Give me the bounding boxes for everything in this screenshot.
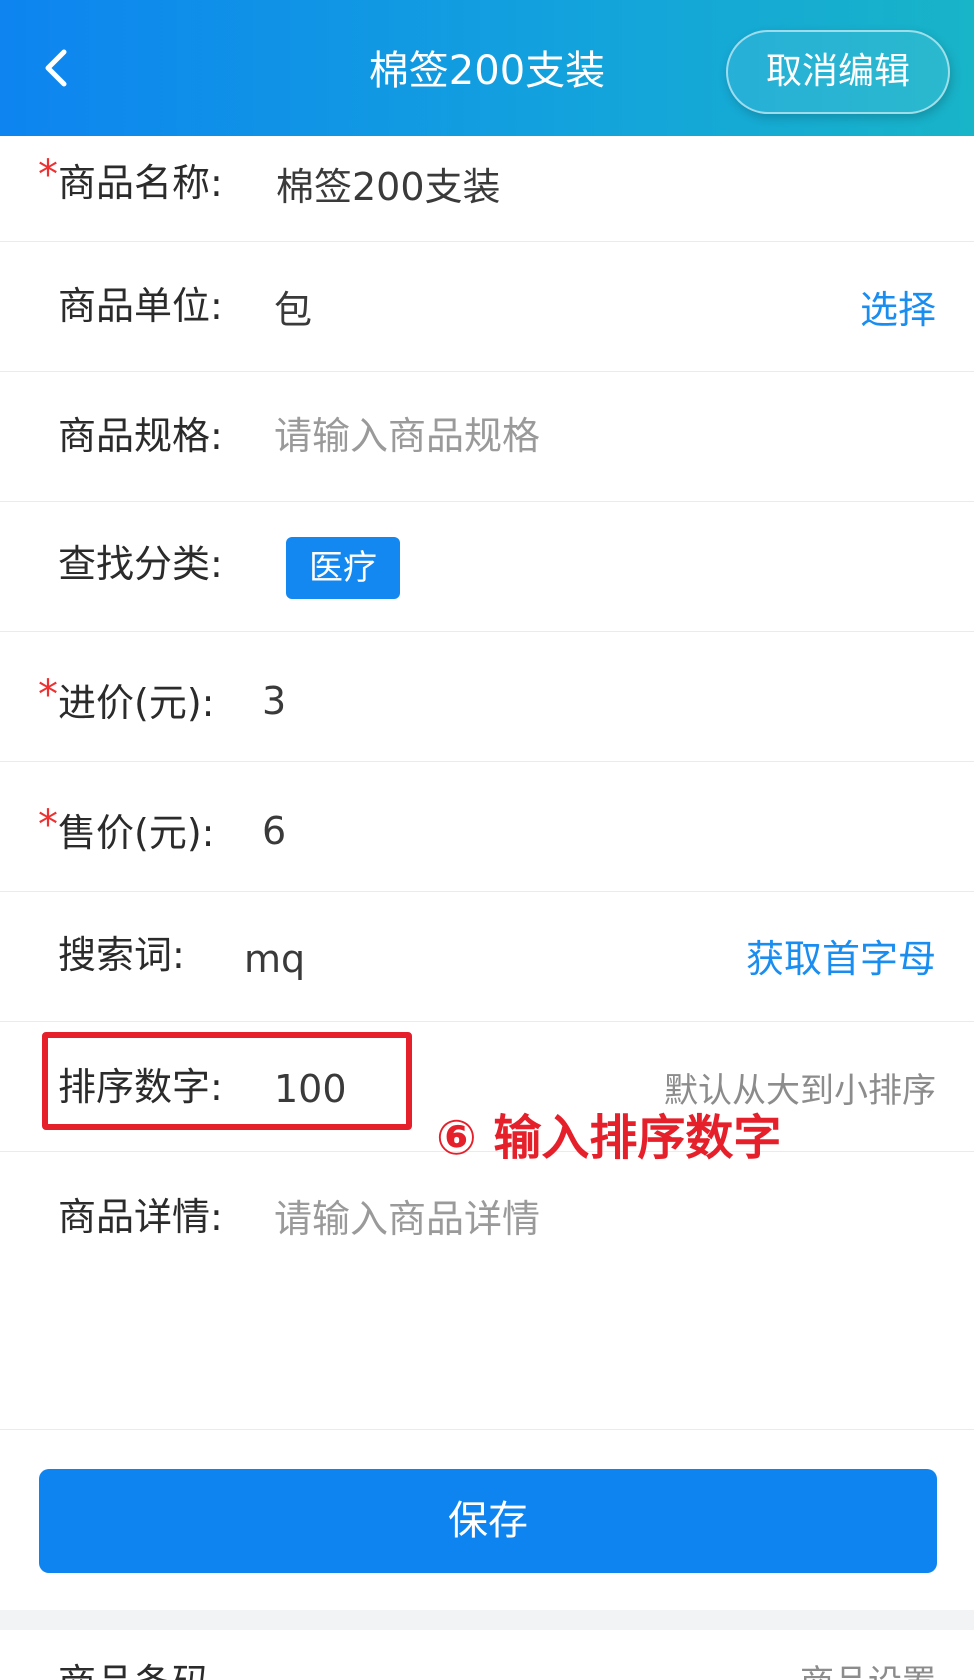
category-label: 查找分类: <box>58 542 223 586</box>
chevron-left-icon <box>45 49 67 87</box>
cost-price-label: 进价(元): <box>58 681 215 725</box>
app-header: 棉签200支装 取消编辑 <box>0 0 974 136</box>
section-divider <box>0 1610 974 1630</box>
product-spec-input[interactable]: 请输入商品规格 <box>274 411 540 461</box>
category-chip-medical[interactable]: 医疗 <box>286 537 400 599</box>
required-mark: * <box>38 802 58 848</box>
category-row: 查找分类: <box>0 502 974 632</box>
cost-price-row: * 进价(元): 3 <box>0 632 974 762</box>
product-unit-value: 包 <box>274 288 313 332</box>
product-detail-textarea[interactable]: 请输入商品详情 <box>274 1194 540 1244</box>
product-detail-label: 商品详情: <box>58 1195 223 1239</box>
search-keyword-input[interactable]: mq <box>244 934 305 984</box>
product-spec-label: 商品规格: <box>58 414 223 458</box>
search-keyword-row: 搜索词: mq 获取首字母 <box>0 892 974 1022</box>
sale-price-label: 售价(元): <box>58 811 215 855</box>
next-section-row: 商品条码 商品设置 <box>0 1630 974 1680</box>
product-unit-row: 商品单位: 包 选择 <box>0 242 974 372</box>
product-spec-row: 商品规格: 请输入商品规格 <box>0 372 974 502</box>
sale-price-input[interactable]: 6 <box>262 806 286 856</box>
get-initials-button[interactable]: 获取首字母 <box>746 934 936 984</box>
required-mark: * <box>38 152 58 198</box>
product-unit-label: 商品单位: <box>58 284 223 328</box>
select-unit-button[interactable]: 选择 <box>860 285 936 335</box>
back-button[interactable] <box>28 40 84 96</box>
cancel-edit-button[interactable]: 取消编辑 <box>726 30 950 114</box>
product-detail-row: 商品详情: 请输入商品详情 <box>0 1152 974 1430</box>
required-mark: * <box>38 672 58 718</box>
next-section-label: 商品条码 <box>58 1658 210 1680</box>
cost-price-input[interactable]: 3 <box>262 676 286 726</box>
next-section-hint: 商品设置 <box>800 1658 936 1680</box>
highlight-box <box>42 1032 412 1130</box>
product-name-label: 商品名称: <box>58 161 223 205</box>
sale-price-row: * 售价(元): 6 <box>0 762 974 892</box>
search-keyword-label: 搜索词: <box>58 933 185 977</box>
product-name-row: * 商品名称: 棉签200支装 <box>0 136 974 242</box>
save-button[interactable]: 保存 <box>39 1469 937 1573</box>
product-name-input[interactable]: 棉签200支装 <box>276 162 501 212</box>
